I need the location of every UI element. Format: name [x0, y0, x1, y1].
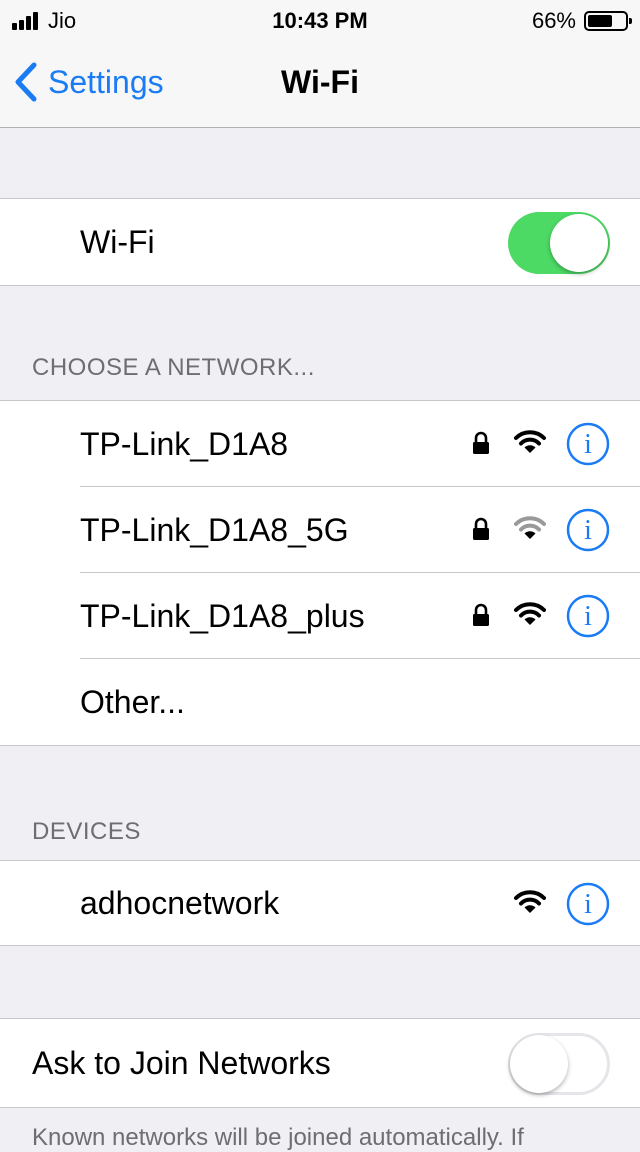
network-name: TP-Link_D1A8	[80, 426, 289, 462]
lock-icon	[473, 603, 489, 626]
battery-fill	[588, 15, 612, 27]
battery-percent: 66%	[531, 8, 576, 33]
footer-note: Known networks will be joined automatica…	[32, 1124, 524, 1151]
network-row[interactable]: TP-Link_D1A8_5G i	[0, 487, 640, 573]
info-icon[interactable]: i	[566, 594, 610, 638]
devices-group: adhocnetwork i	[0, 860, 640, 946]
svg-text:i: i	[584, 515, 592, 546]
wifi-toggle-label: Wi-Fi	[80, 224, 155, 260]
wifi-icon	[514, 430, 546, 453]
ask-to-join-group: Ask to Join Networks	[0, 1018, 640, 1108]
other-network-row[interactable]: Other...	[0, 659, 640, 745]
wifi-toggle-group: Wi-Fi	[0, 198, 640, 286]
ask-to-join-row: Ask to Join Networks	[0, 1019, 640, 1107]
lock-icon	[473, 431, 489, 454]
svg-text:i: i	[584, 889, 592, 920]
status-bar: Jio 10:43 PM 66%	[0, 0, 640, 40]
device-row[interactable]: adhocnetwork i	[0, 861, 640, 945]
toggle-knob	[550, 214, 608, 272]
network-row[interactable]: TP-Link_D1A8 i	[0, 401, 640, 487]
battery-icon	[584, 11, 632, 31]
network-row[interactable]: TP-Link_D1A8_plus i	[0, 573, 640, 659]
wifi-toggle-switch[interactable]	[508, 212, 610, 274]
wifi-icon	[514, 602, 546, 625]
other-network-label: Other...	[80, 684, 185, 720]
networks-group: TP-Link_D1A8 i TP-Link_D1A8_5G i TP-Link…	[0, 400, 640, 746]
navigation-bar: Settings Wi-Fi	[0, 40, 640, 128]
network-name: TP-Link_D1A8_5G	[80, 512, 349, 548]
svg-text:i: i	[584, 429, 592, 460]
page-title: Wi-Fi	[281, 64, 359, 100]
wifi-icon	[514, 516, 546, 539]
status-right: 66%	[531, 8, 632, 34]
ask-to-join-toggle[interactable]	[508, 1033, 610, 1095]
info-icon[interactable]: i	[566, 508, 610, 552]
wifi-toggle-row: Wi-Fi	[0, 199, 640, 285]
device-name: adhocnetwork	[80, 885, 280, 921]
wifi-icon	[514, 890, 546, 913]
lock-icon	[473, 517, 489, 540]
svg-text:i: i	[584, 601, 592, 632]
info-icon[interactable]: i	[566, 882, 610, 926]
info-icon[interactable]: i	[566, 422, 610, 466]
ask-to-join-label: Ask to Join Networks	[32, 1045, 331, 1081]
choose-network-header: CHOOSE A NETWORK...	[32, 354, 315, 381]
battery-cap	[629, 18, 632, 24]
devices-header: DEVICES	[32, 818, 141, 845]
toggle-knob	[510, 1035, 568, 1093]
network-name: TP-Link_D1A8_plus	[80, 598, 365, 634]
